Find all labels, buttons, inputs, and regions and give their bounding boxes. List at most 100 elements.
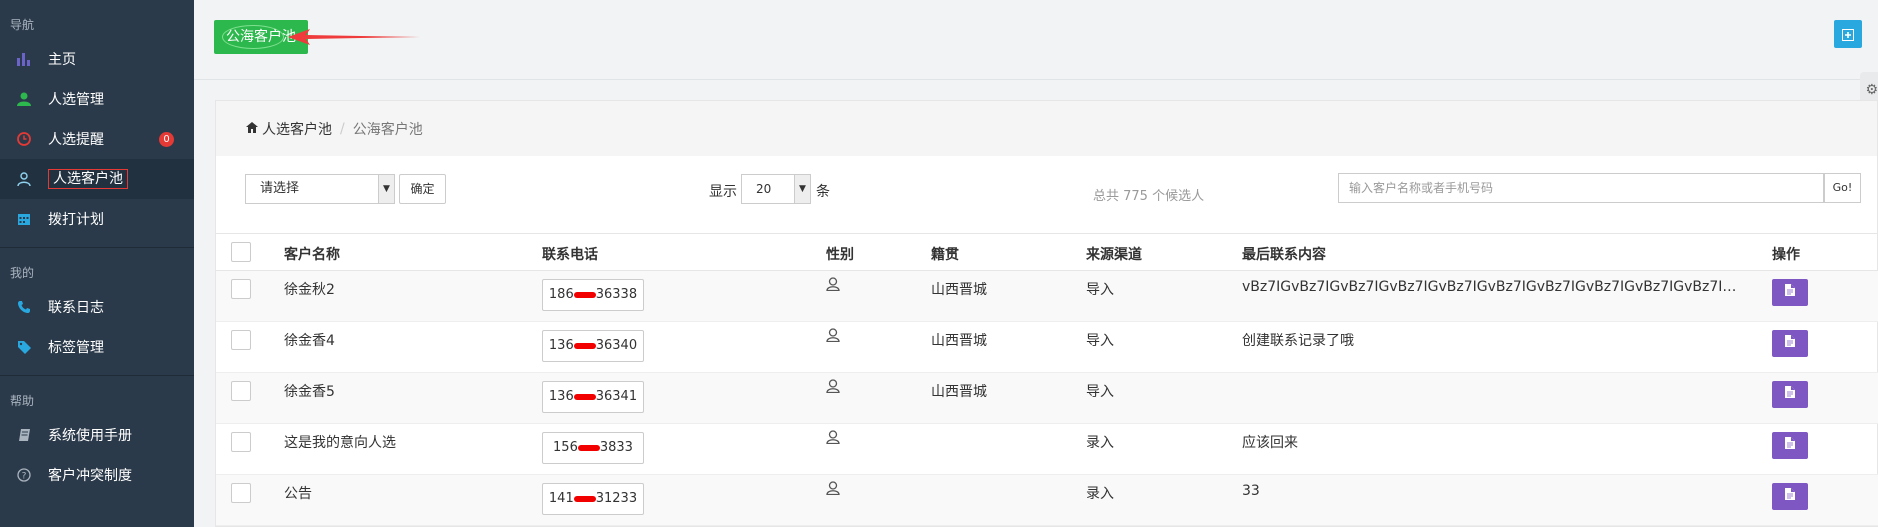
customer-name: 徐金秋2 — [284, 282, 335, 298]
view-document-button[interactable] — [1772, 483, 1808, 510]
gender-unknown-icon — [826, 481, 840, 499]
column-header: 最后联系内容 — [1242, 247, 1326, 263]
reminder-count-badge: 0 — [159, 132, 174, 147]
go-button[interactable]: Go! — [1824, 173, 1861, 203]
table-header: 客户名称 联系电话 性别 籍贯 来源渠道 最后联系内容 操作 — [216, 233, 1878, 271]
sidebar-item-tags[interactable]: 标签管理 — [0, 327, 194, 367]
breadcrumb-home-link[interactable]: 人选客户池 — [262, 119, 332, 139]
annotation-arrow-icon — [288, 29, 420, 45]
last-contact: 创建联系记录了哦 — [1242, 333, 1354, 349]
phone-prefix: 156 — [553, 440, 578, 455]
nav-section-title: 我的 — [10, 266, 35, 280]
column-header: 性别 — [826, 247, 854, 263]
view-document-button[interactable] — [1772, 381, 1808, 408]
user-icon — [14, 91, 34, 107]
chevron-down-icon: ▼ — [794, 175, 810, 203]
page-size-select[interactable]: 20 ▼ — [741, 174, 811, 204]
view-document-button[interactable] — [1772, 432, 1808, 459]
phone-suffix: 3833 — [599, 440, 633, 455]
filter-select[interactable]: 请选择 ▼ — [245, 174, 395, 204]
sidebar-item-home[interactable]: 主页 — [0, 39, 194, 79]
sidebar-item-reminders[interactable]: 人选提醒 0 — [0, 119, 194, 159]
sidebar-item-label: 拨打计划 — [48, 212, 104, 228]
view-document-button[interactable] — [1772, 330, 1808, 357]
sidebar-item-conflict-policy[interactable]: ? 客户冲突制度 — [0, 455, 194, 495]
gender-unknown-icon — [826, 328, 840, 346]
sidebar-item-label: 人选提醒 — [48, 132, 104, 148]
phone-suffix: 36338 — [595, 287, 638, 302]
phone-prefix: 136 — [548, 389, 574, 404]
question-circle-icon: ? — [14, 467, 34, 483]
file-icon — [1785, 386, 1795, 398]
redaction-mark — [573, 342, 596, 349]
sidebar-item-call-plan[interactable]: 拨打计划 — [0, 199, 194, 239]
tags-icon — [14, 339, 34, 355]
phone-field[interactable]: 156 3833 — [542, 432, 644, 464]
plus-square-icon[interactable] — [1834, 20, 1862, 48]
filter-select-value: 请选择 — [260, 181, 300, 196]
redaction-mark — [577, 444, 600, 451]
row-checkbox[interactable] — [231, 381, 251, 401]
phone-field[interactable]: 136 36340 — [542, 330, 644, 362]
column-header: 客户名称 — [284, 247, 340, 263]
chevron-down-icon: ▼ — [378, 175, 394, 203]
file-icon — [1785, 488, 1795, 500]
row-checkbox[interactable] — [231, 330, 251, 350]
row-checkbox[interactable] — [231, 483, 251, 503]
content-panel: 人选客户池 / 公海客户池 请选择 ▼ 确定 显示 20 ▼ 条 总共 775 … — [215, 100, 1878, 527]
sidebar-item-customer-pool[interactable]: 人选客户池 — [0, 159, 194, 199]
source-channel: 导入 — [1086, 282, 1114, 298]
gender-unknown-icon — [826, 277, 840, 295]
search-input[interactable]: 输入客户名称或者手机号码 — [1338, 173, 1824, 203]
page-size-value: 20 — [756, 182, 772, 196]
sidebar-item-label: 主页 — [48, 52, 76, 68]
customer-name: 公告 — [284, 486, 312, 502]
origin: 山西晋城 — [931, 333, 987, 349]
sidebar-item-candidates[interactable]: 人选管理 — [0, 79, 194, 119]
origin: 山西晋城 — [931, 384, 987, 400]
svg-text:?: ? — [22, 472, 27, 482]
file-icon — [1785, 284, 1795, 296]
confirm-button[interactable]: 确定 — [399, 174, 446, 204]
table-row: 徐金香5 136 36341 山西晋城 导入 — [216, 373, 1878, 424]
row-checkbox[interactable] — [231, 432, 251, 452]
show-label: 显示 — [709, 184, 737, 200]
phone-field[interactable]: 186 36338 — [542, 279, 644, 311]
table-row: 徐金香4 136 36340 山西晋城 导入 创建联系记录了哦 — [216, 322, 1878, 373]
phone-prefix: 141 — [548, 491, 574, 506]
phone-field[interactable]: 136 36341 — [542, 381, 644, 413]
source-channel: 录入 — [1086, 435, 1114, 451]
customer-name: 徐金香5 — [284, 384, 335, 400]
clock-icon — [14, 131, 34, 147]
redaction-mark — [573, 495, 596, 502]
last-contact: 应该回来 — [1242, 435, 1298, 451]
phone-field[interactable]: 141 31233 — [542, 483, 644, 515]
view-document-button[interactable] — [1772, 279, 1808, 306]
sidebar-item-label: 系统使用手册 — [48, 428, 132, 444]
phone-suffix: 36341 — [595, 389, 638, 404]
table-body: 徐金秋2 186 36338 山西晋城 导入 vBz7IGvBz7IGvBz7IGvBz7… — [216, 271, 1878, 526]
sidebar-item-label: 联系日志 — [48, 300, 104, 316]
select-all-checkbox[interactable] — [231, 242, 251, 262]
column-header: 操作 — [1772, 247, 1800, 263]
gender-unknown-icon — [826, 430, 840, 448]
sidebar-item-label: 标签管理 — [48, 340, 104, 356]
sidebar-item-contact-log[interactable]: 联系日志 — [0, 287, 194, 327]
topbar: 公海客户池 — [194, 0, 1878, 80]
row-checkbox[interactable] — [231, 279, 251, 299]
user-tie-icon — [14, 171, 34, 187]
sidebar-item-label: 人选管理 — [48, 92, 104, 108]
total-count: 总共 775 个候选人 — [1093, 189, 1205, 204]
breadcrumb: 人选客户池 / 公海客户池 — [216, 101, 1877, 156]
redaction-mark — [573, 291, 596, 298]
home-icon[interactable] — [246, 121, 258, 137]
sidebar-item-manual[interactable]: 系统使用手册 — [0, 415, 194, 455]
unit-label: 条 — [816, 184, 830, 200]
table-row: 徐金秋2 186 36338 山西晋城 导入 vBz7IGvBz7IGvBz7IGvBz7… — [216, 271, 1878, 322]
table-row: 公告 141 31233 录入 33 — [216, 475, 1878, 526]
file-icon — [1785, 335, 1795, 347]
calendar-icon — [14, 211, 34, 227]
source-channel: 导入 — [1086, 333, 1114, 349]
breadcrumb-separator: / — [340, 120, 345, 137]
phone-suffix: 31233 — [595, 491, 638, 506]
